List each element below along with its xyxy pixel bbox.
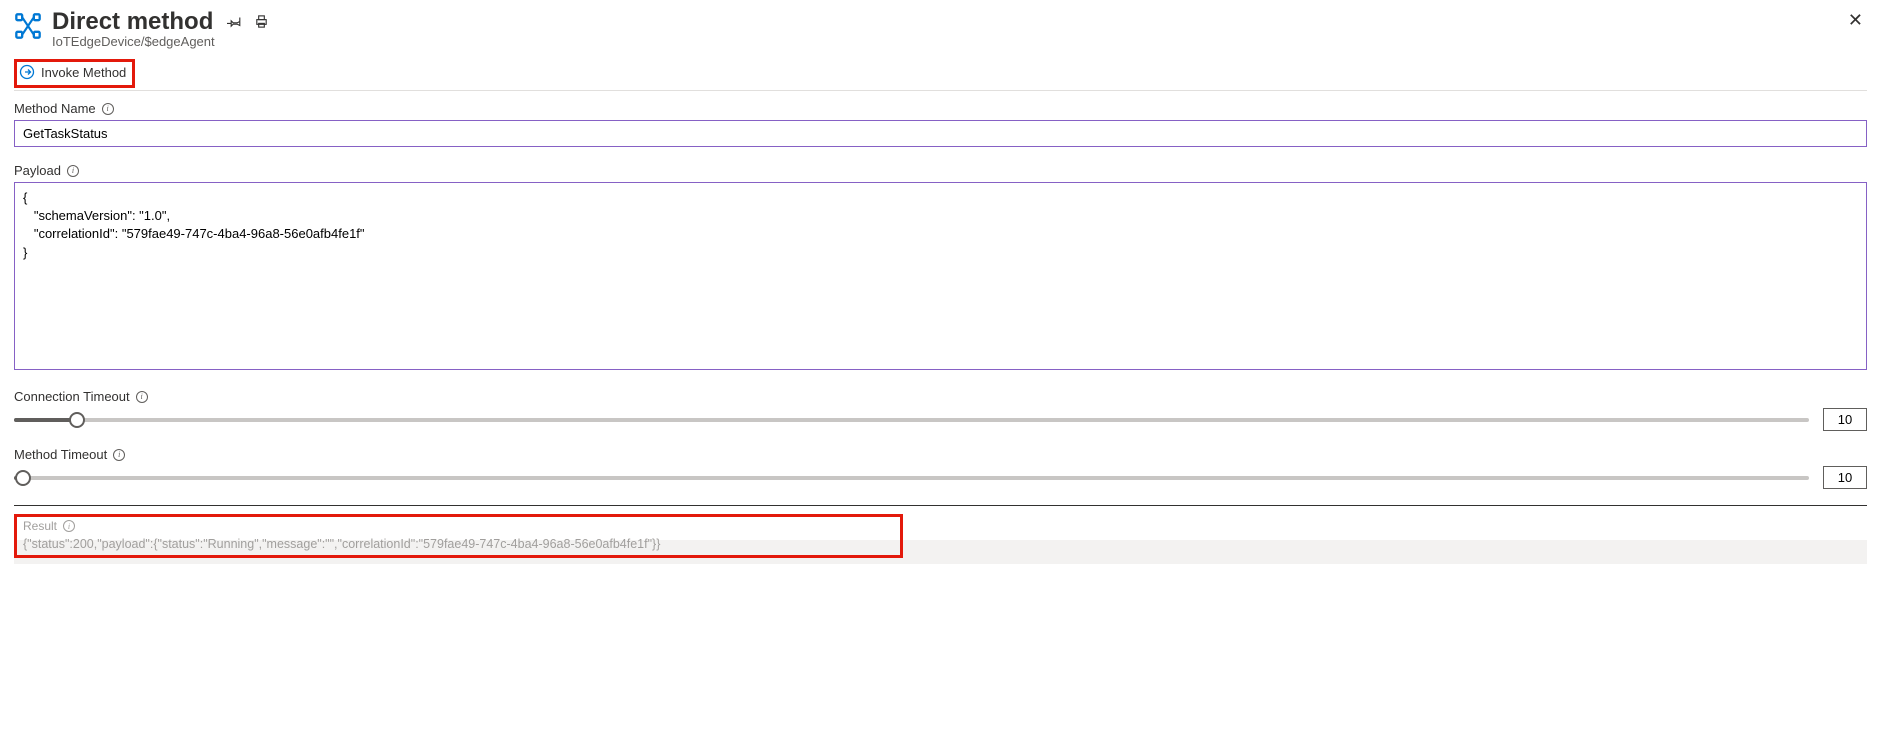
- method-name-label: Method Name: [14, 101, 96, 116]
- result-label: Result: [23, 519, 57, 533]
- breadcrumb: IoTEdgeDevice/$edgeAgent: [52, 34, 1867, 49]
- connection-timeout-label: Connection Timeout: [14, 389, 130, 404]
- method-timeout-label: Method Timeout: [14, 447, 107, 462]
- divider: [14, 505, 1867, 506]
- info-icon[interactable]: i: [67, 165, 79, 177]
- connection-timeout-value[interactable]: [1823, 408, 1867, 431]
- info-icon[interactable]: i: [113, 449, 125, 461]
- print-icon[interactable]: [254, 8, 269, 36]
- invoke-method-button[interactable]: Invoke Method: [19, 64, 126, 80]
- payload-label: Payload: [14, 163, 61, 178]
- connection-timeout-slider[interactable]: [14, 418, 1809, 422]
- info-icon[interactable]: i: [102, 103, 114, 115]
- method-timeout-slider[interactable]: [14, 476, 1809, 480]
- pin-icon[interactable]: [227, 8, 242, 36]
- method-timeout-value[interactable]: [1823, 466, 1867, 489]
- method-name-input[interactable]: [14, 120, 1867, 147]
- result-text: {"status":200,"payload":{"status":"Runni…: [23, 537, 894, 551]
- close-button[interactable]: ✕: [1844, 8, 1867, 33]
- info-icon[interactable]: i: [136, 391, 148, 403]
- invoke-method-label: Invoke Method: [41, 65, 126, 80]
- page-title: Direct method: [52, 8, 213, 36]
- direct-method-icon: [14, 12, 42, 40]
- info-icon[interactable]: i: [63, 520, 75, 532]
- payload-textarea[interactable]: [14, 182, 1867, 370]
